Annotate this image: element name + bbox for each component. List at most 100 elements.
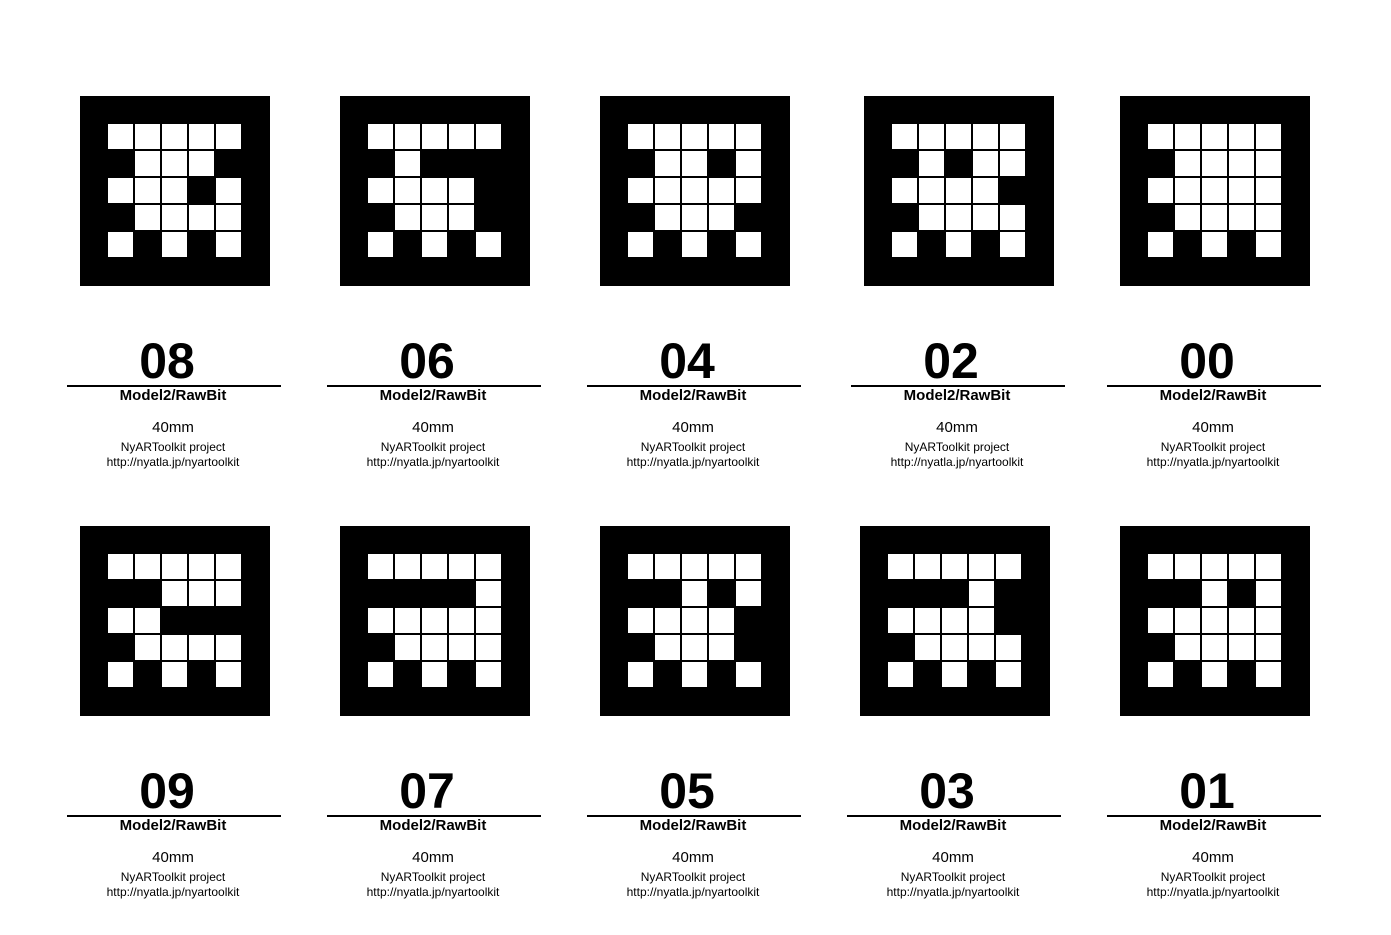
model-label: Model2/RawBit: [903, 387, 1011, 404]
marker-cell: [188, 177, 215, 204]
marker-cell: [1255, 553, 1282, 580]
project-label: NyARToolkit project: [120, 440, 226, 454]
marker-cell: [735, 204, 762, 231]
model-label: Model2/RawBit: [119, 817, 227, 834]
marker-cell: [681, 231, 708, 258]
marker-cell: [394, 580, 421, 607]
marker-cell: [995, 661, 1022, 688]
marker-cell: [1174, 607, 1201, 634]
marker-cell: [708, 177, 735, 204]
marker-grid: [887, 553, 1023, 689]
marker-cell: [188, 634, 215, 661]
marker-number: 05: [659, 763, 715, 819]
marker-cell: [654, 150, 681, 177]
marker-cell: [134, 553, 161, 580]
marker-cell: [972, 150, 999, 177]
marker-cell: [735, 123, 762, 150]
size-label: 40mm: [936, 419, 978, 436]
marker-card-07: 07 Model2/RawBit 40mm NyARToolkit projec…: [307, 526, 547, 926]
marker-cell: [1255, 634, 1282, 661]
marker-cell: [448, 580, 475, 607]
marker-cell: [887, 607, 914, 634]
marker-cell: [134, 580, 161, 607]
marker-cell: [215, 607, 242, 634]
size-label: 40mm: [672, 849, 714, 866]
marker-cell: [1228, 177, 1255, 204]
marker-cell: [1255, 177, 1282, 204]
marker-cell: [1201, 231, 1228, 258]
marker-cell: [215, 661, 242, 688]
marker-cell: [367, 634, 394, 661]
marker-cell: [681, 150, 708, 177]
marker-pattern: [340, 526, 530, 716]
marker-cell: [1255, 580, 1282, 607]
marker-cell: [215, 123, 242, 150]
marker-cell: [735, 150, 762, 177]
marker-cell: [161, 661, 188, 688]
size-label: 40mm: [152, 419, 194, 436]
marker-cell: [107, 634, 134, 661]
marker-cell: [999, 150, 1026, 177]
marker-cell: [627, 177, 654, 204]
marker-card-04: 04 Model2/RawBit 40mm NyARToolkit projec…: [567, 96, 807, 496]
model-label: Model2/RawBit: [1159, 387, 1267, 404]
marker-cell: [134, 150, 161, 177]
marker-cell: [654, 177, 681, 204]
marker-cell: [421, 177, 448, 204]
marker-cell: [627, 204, 654, 231]
marker-cell: [367, 580, 394, 607]
project-label: NyARToolkit project: [380, 870, 486, 884]
marker-cell: [134, 123, 161, 150]
marker-cell: [681, 634, 708, 661]
marker-cell: [914, 607, 941, 634]
marker-cell: [654, 634, 681, 661]
marker-cell: [968, 607, 995, 634]
marker-cell: [1201, 661, 1228, 688]
marker-cell: [421, 607, 448, 634]
marker-number: 08: [139, 333, 195, 389]
marker-cell: [972, 123, 999, 150]
marker-cell: [1201, 123, 1228, 150]
marker-cell: [421, 231, 448, 258]
marker-cell: [972, 204, 999, 231]
marker-cell: [107, 553, 134, 580]
marker-cell: [681, 177, 708, 204]
marker-cell: [161, 150, 188, 177]
marker-cell: [654, 123, 681, 150]
marker-cell: [1147, 607, 1174, 634]
marker-cell: [995, 553, 1022, 580]
marker-cell: [394, 123, 421, 150]
marker-cell: [968, 553, 995, 580]
marker-cell: [215, 150, 242, 177]
marker-cell: [188, 123, 215, 150]
marker-pattern: [80, 526, 270, 716]
marker-cell: [1228, 607, 1255, 634]
marker-cell: [681, 553, 708, 580]
project-label: NyARToolkit project: [1160, 440, 1266, 454]
marker-cell: [188, 553, 215, 580]
marker-cell: [914, 553, 941, 580]
marker-pattern: [600, 96, 790, 286]
marker-cell: [891, 123, 918, 150]
marker-card-09: 09 Model2/RawBit 40mm NyARToolkit projec…: [47, 526, 287, 926]
marker-cell: [887, 634, 914, 661]
marker-cell: [1147, 150, 1174, 177]
marker-cell: [627, 123, 654, 150]
marker-cell: [134, 634, 161, 661]
marker-number: 09: [139, 763, 195, 819]
marker-grid: [1147, 123, 1283, 259]
marker-cell: [1147, 231, 1174, 258]
marker-card-06: 06 Model2/RawBit 40mm NyARToolkit projec…: [307, 96, 547, 496]
url-label: http://nyatla.jp/nyartoolkit: [890, 455, 1024, 469]
marker-cell: [215, 177, 242, 204]
model-label: Model2/RawBit: [639, 387, 747, 404]
marker-cell: [891, 150, 918, 177]
marker-cell: [1201, 177, 1228, 204]
marker-cell: [945, 204, 972, 231]
marker-cell: [107, 661, 134, 688]
marker-cell: [367, 123, 394, 150]
marker-cell: [475, 634, 502, 661]
marker-number: 07: [399, 763, 455, 819]
url-label: http://nyatla.jp/nyartoolkit: [1146, 885, 1280, 899]
marker-cell: [941, 580, 968, 607]
